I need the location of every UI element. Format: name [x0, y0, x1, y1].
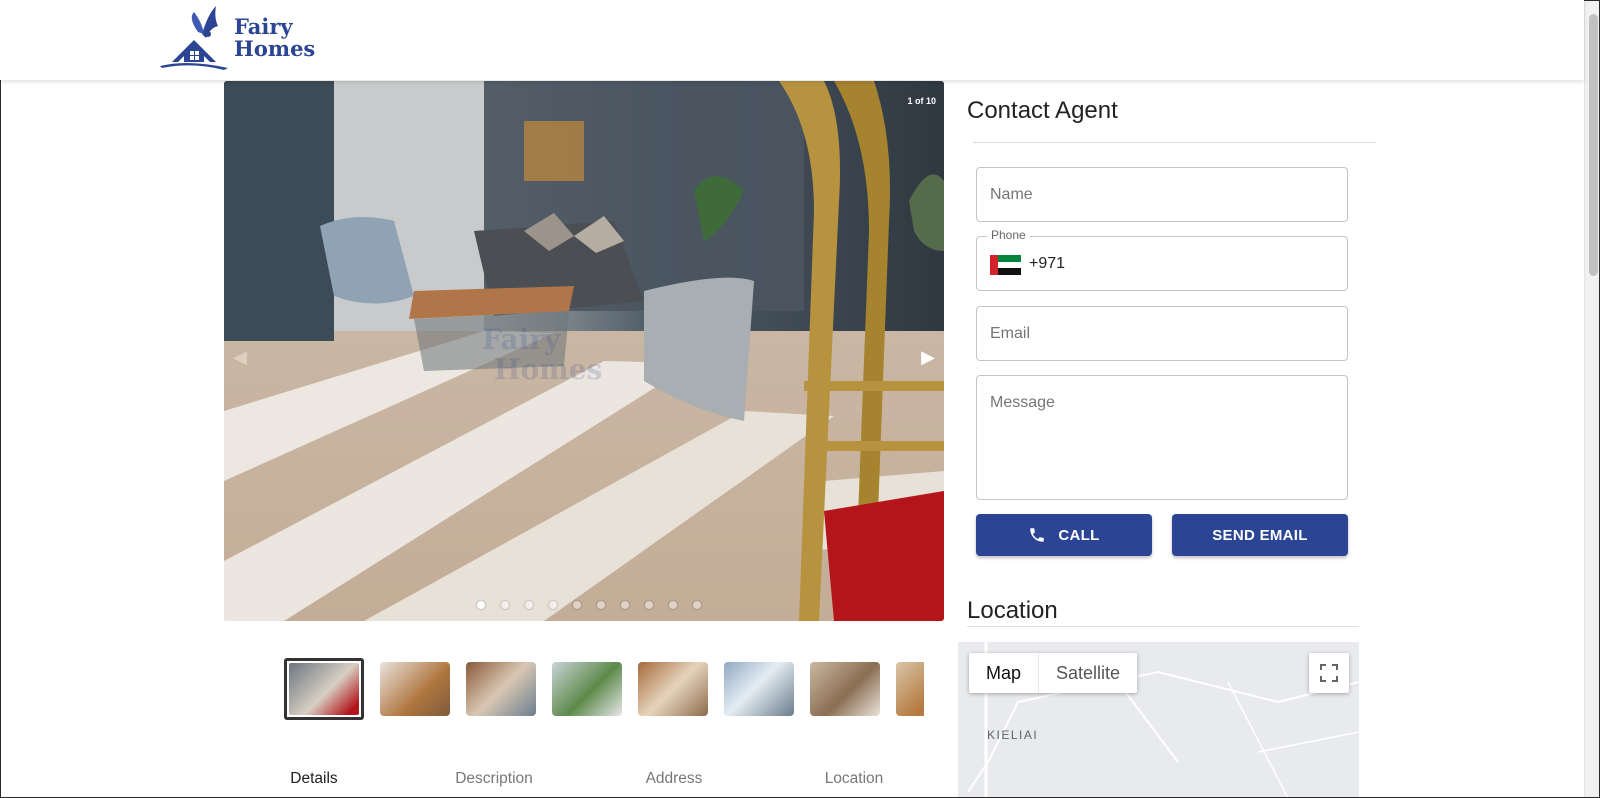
gallery-thumbnail[interactable]: [724, 662, 794, 716]
scrollbar-thumb[interactable]: [1589, 14, 1598, 276]
svg-text:Homes: Homes: [494, 353, 602, 386]
contact-agent-title: Contact Agent: [967, 97, 1118, 124]
map-place-label: KIELIAI: [987, 728, 1039, 742]
site-header: Fairy Homes: [0, 0, 1584, 80]
gallery-thumbnail[interactable]: [552, 662, 622, 716]
map-type-toggle: Map Satellite: [969, 653, 1138, 693]
gallery-dot[interactable]: [645, 601, 653, 609]
brand-logo[interactable]: Fairy Homes: [158, 3, 318, 73]
chevron-left-icon: ◀: [233, 346, 247, 367]
name-field[interactable]: [976, 167, 1348, 222]
gallery-dot[interactable]: [693, 601, 701, 609]
gallery-thumbnail[interactable]: [380, 662, 450, 716]
tab-description[interactable]: Description: [404, 762, 584, 798]
property-tabs: Details Description Address Location: [224, 762, 944, 798]
email-input[interactable]: [990, 307, 1330, 360]
brand-name-line1: Fairy: [234, 14, 293, 39]
svg-text:Fairy: Fairy: [482, 323, 561, 356]
gallery-dot[interactable]: [621, 601, 629, 609]
email-field[interactable]: [976, 306, 1348, 361]
lobby-photo: Fairy Homes: [224, 81, 944, 621]
phone-field[interactable]: Phone: [976, 228, 1348, 291]
gallery-dot[interactable]: [477, 601, 485, 609]
call-button[interactable]: CALL: [976, 514, 1152, 556]
tab-location[interactable]: Location: [764, 762, 944, 798]
phone-input[interactable]: [1029, 237, 1329, 290]
image-counter: 1 of 10: [907, 96, 936, 106]
location-map[interactable]: Map Satellite KIELIAI: [958, 642, 1359, 798]
brand-name-line2: Homes: [234, 36, 316, 61]
thumbnail-strip[interactable]: [284, 658, 924, 720]
gallery-dot[interactable]: [549, 601, 557, 609]
thumbnail-image: [466, 662, 536, 716]
send-email-button[interactable]: SEND EMAIL: [1172, 514, 1348, 556]
thumbnail-image: [896, 662, 924, 716]
gallery-dots: [224, 601, 944, 609]
tab-details[interactable]: Details: [224, 762, 404, 798]
gallery-dot[interactable]: [669, 601, 677, 609]
gallery-dot[interactable]: [501, 601, 509, 609]
phone-icon: [1030, 528, 1045, 542]
uae-flag-icon[interactable]: [990, 255, 1021, 276]
name-input[interactable]: [990, 168, 1330, 221]
gallery-prev-button[interactable]: ◀: [228, 343, 252, 371]
divider: [967, 626, 1359, 627]
gallery-dot[interactable]: [597, 601, 605, 609]
satellite-view-button[interactable]: Satellite: [1038, 653, 1137, 693]
gallery-thumbnail[interactable]: [810, 662, 880, 716]
gallery-dot[interactable]: [573, 601, 581, 609]
gallery-thumbnail[interactable]: [638, 662, 708, 716]
gallery-thumbnail[interactable]: [466, 662, 536, 716]
send-email-button-label: SEND EMAIL: [1212, 526, 1308, 544]
tab-address[interactable]: Address: [584, 762, 764, 798]
photo-gallery[interactable]: Fairy Homes 1 of 10 ◀ ▶: [224, 81, 944, 621]
thumbnail-image: [552, 662, 622, 716]
map-view-button[interactable]: Map: [969, 653, 1038, 693]
message-field[interactable]: [976, 375, 1348, 500]
message-input[interactable]: [990, 394, 1330, 494]
divider: [973, 142, 1376, 143]
page-scrollbar[interactable]: [1584, 0, 1600, 798]
chevron-right-icon: ▶: [921, 346, 935, 367]
thumbnail-image: [289, 663, 359, 715]
gallery-next-button[interactable]: ▶: [916, 343, 940, 371]
map-fullscreen-button[interactable]: [1309, 653, 1349, 693]
phone-label: Phone: [987, 228, 1030, 242]
thumbnail-image: [724, 662, 794, 716]
thumbnail-image: [380, 662, 450, 716]
fullscreen-icon: [1320, 664, 1338, 682]
gallery-thumbnail[interactable]: [284, 658, 364, 720]
gallery-thumbnail[interactable]: [896, 662, 924, 716]
call-button-label: CALL: [1058, 526, 1100, 544]
location-title: Location: [967, 597, 1058, 624]
thumbnail-image: [810, 662, 880, 716]
thumbnail-image: [638, 662, 708, 716]
house-fairy-icon: [160, 6, 228, 70]
brand-name: Fairy Homes: [234, 16, 315, 60]
gallery-dot[interactable]: [525, 601, 533, 609]
